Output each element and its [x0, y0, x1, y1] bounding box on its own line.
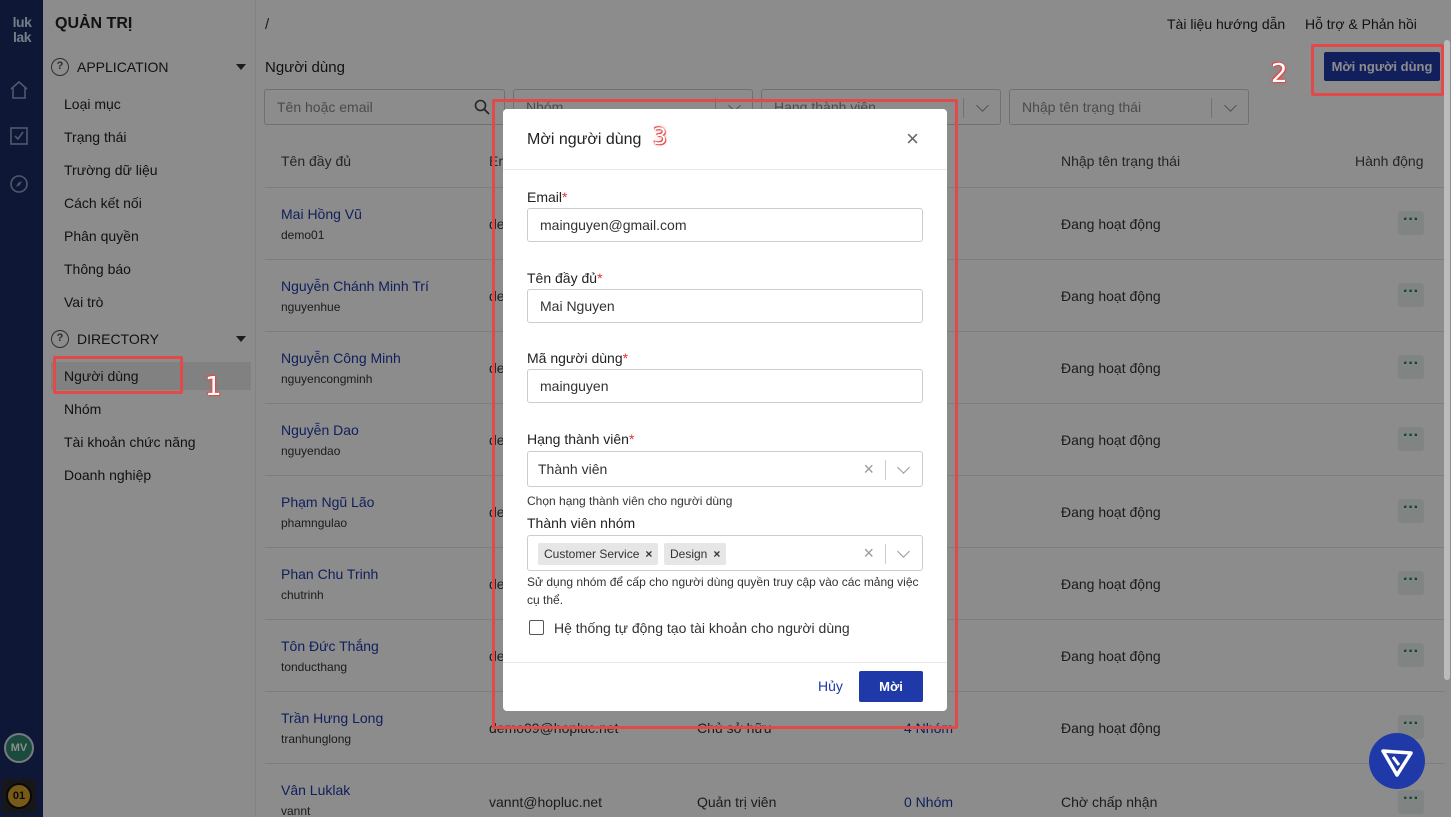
chevron-down-icon[interactable]	[897, 545, 910, 558]
clear-icon[interactable]: ×	[863, 459, 874, 480]
fullname-label-text: Tên đầy đủ	[527, 270, 598, 286]
required-mark: *	[597, 270, 603, 286]
required-mark: *	[622, 350, 629, 366]
groups-multiselect[interactable]: Customer Service × Design × ×	[527, 535, 923, 571]
annotation-box-1	[53, 356, 183, 394]
cancel-button[interactable]: Hủy	[818, 678, 843, 694]
close-icon[interactable]: ×	[906, 128, 919, 150]
chevron-down-icon[interactable]	[897, 461, 910, 474]
tier-label-text: Hạng thành viên	[527, 431, 629, 447]
fullname-label: Tên đầy đủ*	[527, 270, 603, 286]
dialog-title: Mời người dùng	[527, 131, 642, 148]
paper-plane-icon	[1381, 749, 1413, 777]
email-label-text: Email	[527, 189, 563, 205]
tier-selected-value: Thành viên	[538, 461, 608, 477]
fullname-field[interactable]: Mai Nguyen	[527, 289, 923, 323]
tier-label: Hạng thành viên*	[527, 431, 634, 447]
annotation-box-2	[1311, 44, 1444, 96]
email-label: Email*	[527, 189, 567, 205]
group-tag-label: Customer Service	[544, 547, 640, 561]
divider	[885, 544, 886, 564]
invite-user-dialog: Mời người dùng 3 × Email* mainguyen@gmai…	[503, 109, 947, 711]
divider	[885, 460, 886, 480]
userid-label: Mã người dùng*	[527, 350, 628, 366]
dialog-header: Mời người dùng 3 ×	[503, 109, 947, 170]
remove-tag-icon[interactable]: ×	[645, 547, 652, 561]
userid-field[interactable]: mainguyen	[527, 369, 923, 403]
groups-hint: Sử dụng nhóm để cấp cho người dùng quyền…	[527, 575, 919, 607]
group-tag: Design ×	[664, 543, 727, 565]
auto-account-checkbox[interactable]	[529, 620, 544, 635]
required-mark: *	[628, 431, 635, 447]
tier-select[interactable]: Thành viên ×	[527, 451, 923, 487]
page-scrollbar[interactable]	[1444, 40, 1450, 680]
userid-label-text: Mã người dùng	[527, 350, 623, 366]
groups-label: Thành viên nhóm	[527, 515, 636, 531]
email-field[interactable]: mainguyen@gmail.com	[527, 208, 923, 242]
clear-icon[interactable]: ×	[863, 543, 874, 564]
remove-tag-icon[interactable]: ×	[713, 547, 720, 561]
annotation-number-1: 1	[205, 372, 222, 402]
help-chat-button[interactable]	[1369, 733, 1425, 789]
annotation-number-3: 3	[653, 125, 667, 150]
invite-submit-button[interactable]: Mời	[859, 671, 923, 702]
group-tag-label: Design	[670, 547, 708, 561]
group-tag: Customer Service ×	[538, 543, 659, 565]
required-mark: *	[562, 189, 568, 205]
auto-account-label[interactable]: Hệ thống tự động tạo tài khoản cho người…	[554, 620, 850, 636]
annotation-number-2: 2	[1271, 59, 1288, 89]
tier-hint: Chọn hạng thành viên cho người dùng	[527, 494, 733, 508]
